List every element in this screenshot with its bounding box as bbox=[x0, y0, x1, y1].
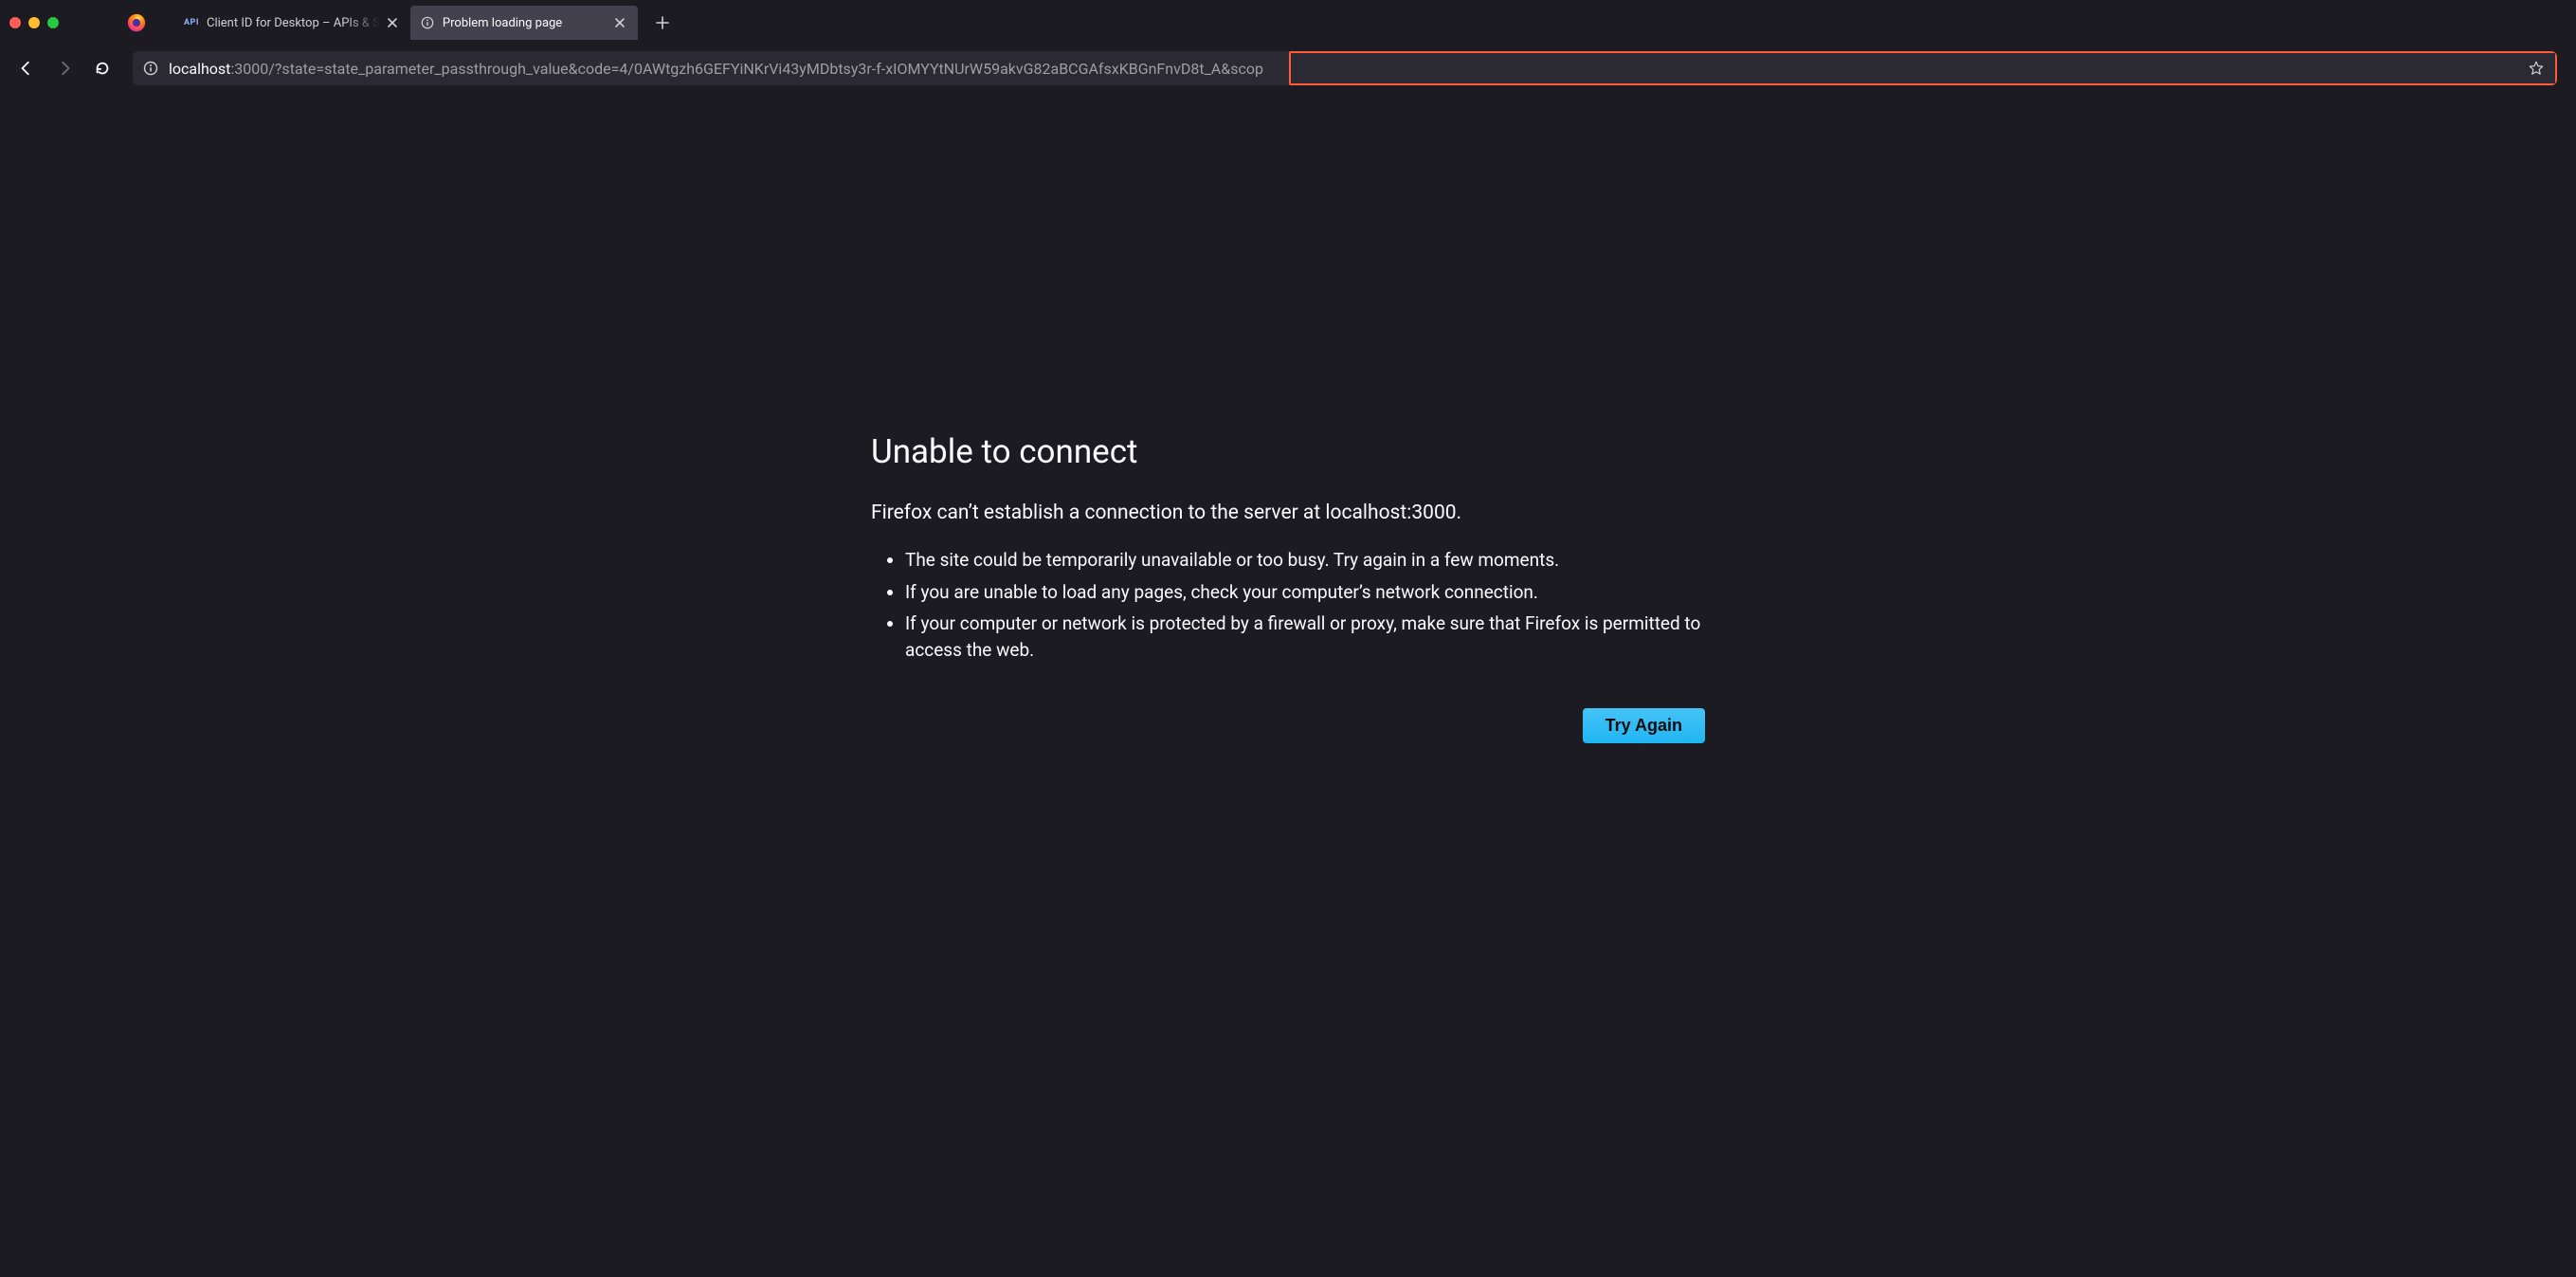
tab-close-button[interactable] bbox=[384, 14, 401, 31]
url-bar[interactable]: localhost:3000/?state=state_parameter_pa… bbox=[133, 51, 2557, 85]
bookmark-star-button[interactable] bbox=[2523, 55, 2549, 82]
firefox-logo-icon bbox=[125, 11, 148, 34]
error-box: Unable to connect Firefox can’t establis… bbox=[852, 91, 1724, 743]
window-controls bbox=[9, 17, 125, 28]
identity-info-icon[interactable] bbox=[142, 60, 159, 77]
window-maximize-button[interactable] bbox=[47, 17, 59, 28]
list-item: If your computer or network is protected… bbox=[905, 611, 1705, 663]
window-minimize-button[interactable] bbox=[28, 17, 40, 28]
error-heading: Unable to connect bbox=[871, 432, 1705, 471]
tab-close-button[interactable] bbox=[611, 14, 628, 31]
list-item: The site could be temporarily unavailabl… bbox=[905, 547, 1705, 574]
tab-0[interactable]: API Client ID for Desktop – APIs & S bbox=[174, 6, 410, 40]
back-button[interactable] bbox=[11, 53, 42, 83]
window-close-button[interactable] bbox=[9, 17, 21, 28]
api-favicon-icon: API bbox=[184, 15, 199, 30]
error-suggestions: The site could be temporarily unavailabl… bbox=[871, 547, 1705, 663]
url-host: localhost bbox=[169, 60, 230, 78]
list-item: If you are unable to load any pages, che… bbox=[905, 579, 1705, 606]
page-content: Unable to connect Firefox can’t establis… bbox=[0, 91, 2576, 1277]
url-text: localhost:3000/?state=state_parameter_pa… bbox=[169, 60, 2517, 78]
tab-title: Problem loading page bbox=[443, 16, 608, 30]
tab-1[interactable]: Problem loading page bbox=[410, 6, 638, 40]
try-again-button[interactable]: Try Again bbox=[1583, 708, 1705, 743]
error-actions: Try Again bbox=[871, 708, 1705, 743]
tab-title: Client ID for Desktop – APIs & S bbox=[207, 16, 380, 30]
new-tab-button[interactable] bbox=[647, 6, 678, 40]
forward-button[interactable] bbox=[49, 53, 80, 83]
error-subhead: Firefox can’t establish a connection to … bbox=[871, 502, 1705, 524]
info-favicon-icon bbox=[420, 15, 435, 30]
url-highlighted-segment: code=4/0AWtgzh6GEFYiNKrVi43yMDbtsy3r-f-x… bbox=[578, 60, 1263, 78]
titlebar: API Client ID for Desktop – APIs & S Pro… bbox=[0, 0, 2576, 46]
nav-toolbar: localhost:3000/?state=state_parameter_pa… bbox=[0, 46, 2576, 91]
url-rest: :3000/?state=state_parameter_passthrough… bbox=[230, 60, 577, 78]
tabstrip: API Client ID for Desktop – APIs & S Pro… bbox=[174, 6, 678, 40]
reload-button[interactable] bbox=[87, 53, 118, 83]
